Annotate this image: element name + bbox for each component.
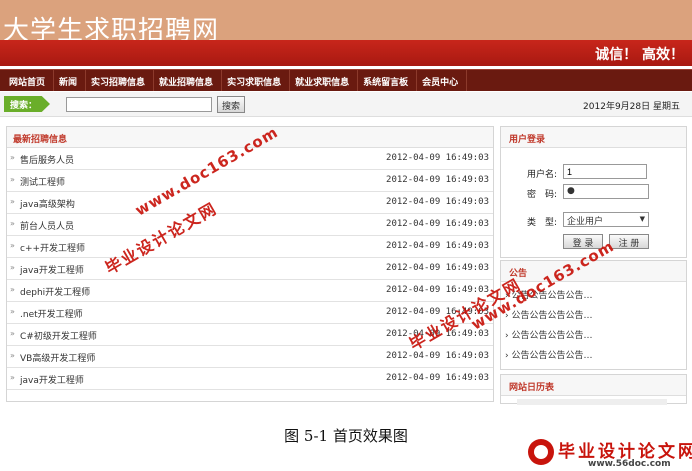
nav-item-internship-jobs[interactable]: 实习招聘信息	[86, 70, 155, 91]
job-row[interactable]: » c++开发工程师 2012-04-09 16:49:03	[7, 236, 493, 258]
register-button[interactable]: 注 册	[609, 234, 649, 249]
slogan-bar: 诚信！ 高效！	[0, 40, 692, 66]
double-chevron-icon: »	[10, 241, 15, 250]
notice-panel: 公告 › 公告公告公告公告… › 公告公告公告公告… › 公告公告公告公告… ›…	[500, 260, 687, 370]
search-bar: 搜索： 搜索 2012年9月28日 星期五	[0, 92, 692, 117]
job-time: 2012-04-09 16:49:03	[386, 351, 489, 361]
job-row[interactable]: » java高级架构 2012-04-09 16:49:03	[7, 192, 493, 214]
corner-logo: 毕业设计论文网 www.56doc.com	[528, 437, 692, 471]
job-row[interactable]: » dephi开发工程师 2012-04-09 16:49:03	[7, 280, 493, 302]
job-row[interactable]: » 测试工程师 2012-04-09 16:49:03	[7, 170, 493, 192]
job-time: 2012-04-09 16:49:03	[386, 263, 489, 273]
notice-text[interactable]: 公告公告公告公告…	[511, 311, 592, 321]
login-title: 用户登录	[501, 127, 686, 148]
corner-logo-url: www.56doc.com	[588, 459, 671, 469]
notice-text[interactable]: 公告公告公告公告…	[511, 351, 592, 361]
double-chevron-icon: »	[10, 373, 15, 382]
calendar-panel: 网站日历表	[500, 374, 687, 405]
double-chevron-icon: »	[10, 307, 15, 316]
job-time: 2012-04-09 16:49:03	[386, 175, 489, 185]
user-type-label: 类 型:	[527, 218, 558, 228]
job-title[interactable]: 售后服务人员	[20, 153, 74, 166]
search-input[interactable]	[66, 97, 212, 112]
job-title[interactable]: java开发工程师	[20, 373, 84, 386]
nav-item-internship-seekers[interactable]: 实习求职信息	[222, 70, 291, 91]
password-label: 密 码:	[527, 190, 558, 200]
notice-item[interactable]: › 公告公告公告公告…	[505, 328, 686, 348]
notice-text[interactable]: 公告公告公告公告…	[511, 331, 592, 341]
notice-item[interactable]: › 公告公告公告公告…	[505, 348, 686, 368]
job-time: 2012-04-09 16:49:03	[386, 197, 489, 207]
job-time: 2012-04-09 16:49:03	[386, 153, 489, 163]
username-field[interactable]	[563, 164, 647, 179]
search-button[interactable]: 搜索	[217, 96, 245, 113]
double-chevron-icon: »	[10, 175, 15, 184]
latest-jobs-panel: 最新招聘信息 » 售后服务人员 2012-04-09 16:49:03 » 测试工程师…	[6, 126, 494, 402]
calendar-title: 网站日历表	[501, 375, 686, 396]
job-time: 2012-04-09 16:49:03	[386, 241, 489, 251]
chevron-down-icon: ▼	[639, 215, 645, 223]
login-panel: 用户登录 用户名: 密 码: ● 类 型: 企业用户 ▼ 登 录 注 册	[500, 126, 687, 258]
double-chevron-icon: »	[10, 329, 15, 338]
job-title[interactable]: VB高级开发工程师	[20, 351, 95, 364]
job-row[interactable]: » java开发工程师 2012-04-09 16:49:03	[7, 368, 493, 390]
user-type-value: 企业用户	[567, 217, 604, 227]
nav-item-home[interactable]: 网站首页	[4, 70, 55, 91]
job-time: 2012-04-09 16:49:03	[386, 219, 489, 229]
nav-item-employment-jobs[interactable]: 就业招聘信息	[154, 70, 223, 91]
job-title[interactable]: C#初级开发工程师	[20, 329, 97, 342]
job-title[interactable]: java开发工程师	[20, 263, 84, 276]
double-chevron-icon: »	[10, 285, 15, 294]
current-date: 2012年9月28日 星期五	[583, 102, 680, 112]
double-chevron-icon: »	[10, 263, 15, 272]
double-chevron-icon: »	[10, 219, 15, 228]
job-title[interactable]: java高级架构	[20, 197, 75, 210]
nav-item-member-center[interactable]: 会员中心	[417, 70, 468, 91]
job-title[interactable]: dephi开发工程师	[20, 285, 90, 298]
password-field[interactable]: ●	[563, 184, 649, 199]
main-nav: 网站首页 新闻 实习招聘信息 就业招聘信息 实习求职信息 就业求职信息 系统留言…	[0, 69, 692, 91]
job-title[interactable]: .net开发工程师	[20, 307, 83, 320]
nav-item-news[interactable]: 新闻	[54, 70, 87, 91]
logo-circle-icon	[528, 439, 554, 465]
search-label: 搜索：	[4, 96, 50, 112]
job-title[interactable]: c++开发工程师	[20, 241, 85, 254]
calendar-grid	[517, 399, 667, 405]
job-time: 2012-04-09 16:49:03	[386, 373, 489, 383]
job-title[interactable]: 前台人员人员	[20, 219, 74, 232]
job-title[interactable]: 测试工程师	[20, 175, 65, 188]
notice-item[interactable]: › 公告公告公告公告…	[505, 308, 686, 328]
job-row[interactable]: » 前台人员人员 2012-04-09 16:49:03	[7, 214, 493, 236]
username-label: 用户名:	[527, 170, 558, 180]
job-list: » 售后服务人员 2012-04-09 16:49:03 » 测试工程师 2012-04…	[7, 148, 493, 390]
user-type-select[interactable]: 企业用户 ▼	[563, 212, 649, 227]
job-row[interactable]: » java开发工程师 2012-04-09 16:49:03	[7, 258, 493, 280]
nav-item-employment-seekers[interactable]: 就业求职信息	[290, 70, 359, 91]
job-row[interactable]: » .net开发工程师 2012-04-09 16:49:03	[7, 302, 493, 324]
slogan: 诚信！ 高效！	[595, 47, 684, 63]
double-chevron-icon: »	[10, 153, 15, 162]
double-chevron-icon: »	[10, 197, 15, 206]
nav-item-guestbook[interactable]: 系统留言板	[358, 70, 418, 91]
double-chevron-icon: »	[10, 351, 15, 360]
